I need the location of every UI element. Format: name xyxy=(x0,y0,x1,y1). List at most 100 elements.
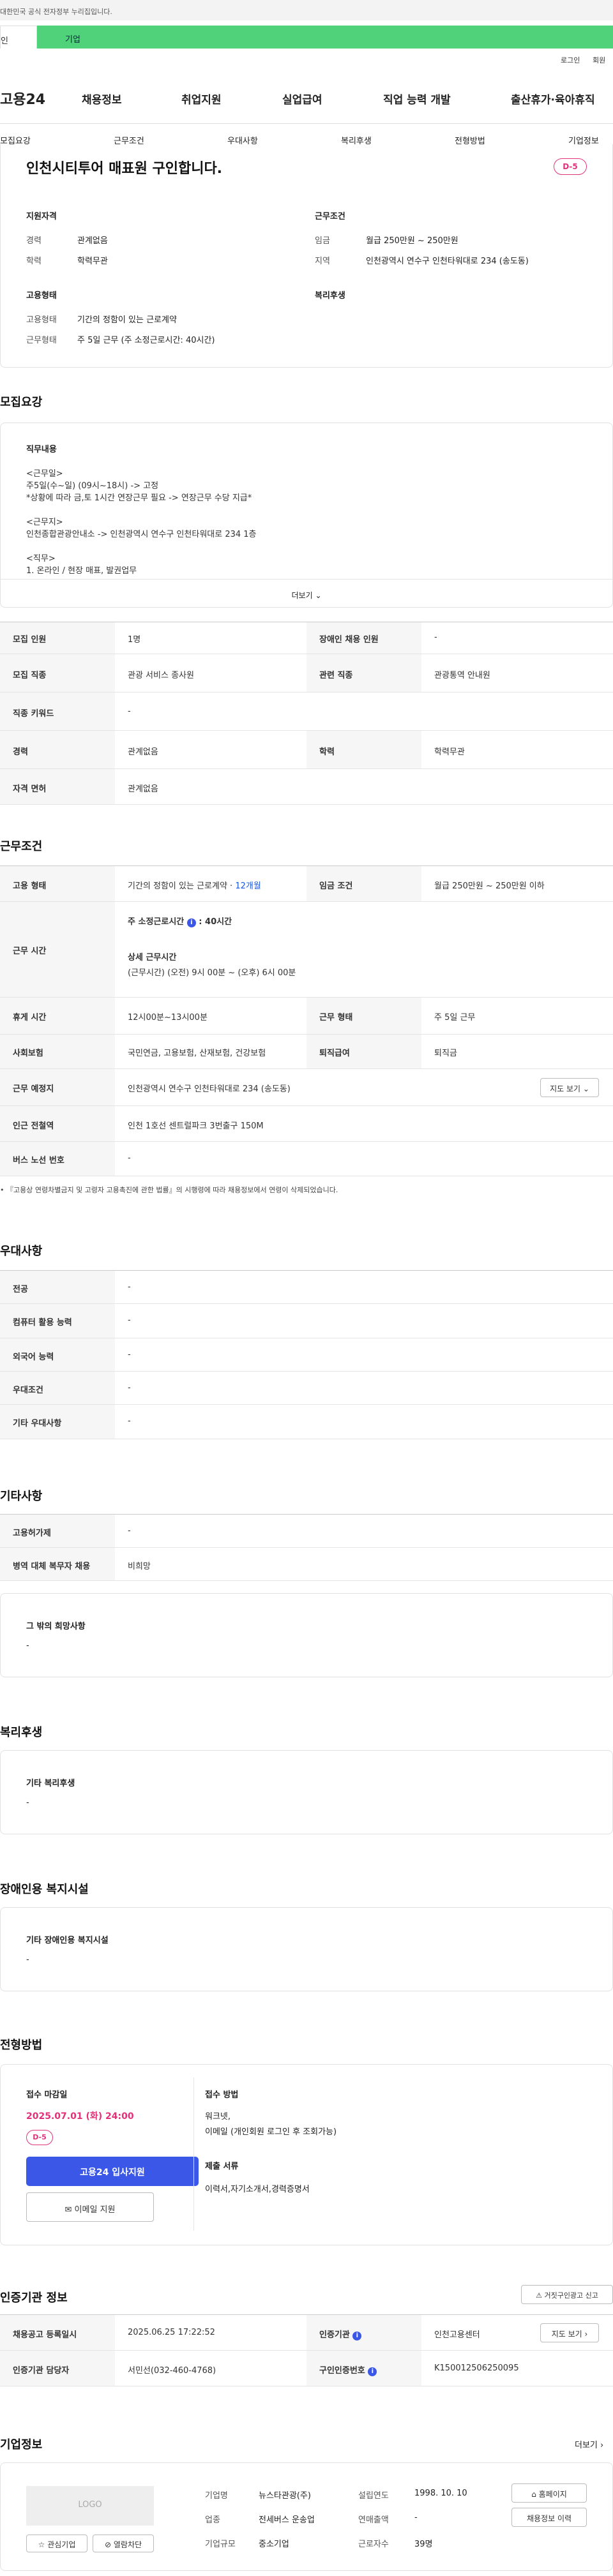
etc-wish-head: 그 밖의 희망사항 xyxy=(26,1622,86,1631)
tab-person[interactable]: 인 xyxy=(0,26,37,49)
map-button[interactable]: 지도 보기 ⌄ xyxy=(540,1078,599,1097)
cell-value: 1명 xyxy=(128,635,141,645)
table-row: 병역 대체 복무자 채용 비희망 xyxy=(0,1548,613,1581)
cell-header: 인증기관 담당자 xyxy=(0,2351,115,2386)
cell-value: - xyxy=(128,1282,131,1292)
duty-line: 주5일(수~일) (09시~18시) -> 고정 xyxy=(26,481,159,491)
company-field-value: 1998. 10. 10 xyxy=(414,2489,467,2498)
chevron-right-icon: › xyxy=(600,2441,604,2450)
fav-company-button[interactable]: ☆ 관심기업 xyxy=(26,2535,87,2552)
duty-card: 직무내용 <근무일> 주5일(수~일) (09시~18시) -> 고정 *상황에… xyxy=(0,423,613,608)
table-row: 외국어 능력 - xyxy=(0,1338,613,1372)
cell-value: 인천 1호선 센트럴파크 3번출구 150M xyxy=(128,1121,264,1131)
process-card: 접수 마감일 2025.07.01 (화) 24:00 D-5 고용24 입사지… xyxy=(0,2064,613,2245)
qual-value: 관계없음 xyxy=(77,236,108,246)
contract-months: 12개월 xyxy=(235,881,261,891)
section-title-work: 근무조건 xyxy=(0,840,43,853)
method-value: 이메일 (개인회원 로그인 후 조회가능) xyxy=(205,2127,337,2137)
cell-value: - xyxy=(128,707,131,716)
deadline-value: 2025.07.01 (화) 24:00 xyxy=(26,2111,134,2122)
disab-head: 기타 장애인용 복지시설 xyxy=(26,1936,109,1945)
cell-header: 학력 xyxy=(306,731,421,768)
cell-header: 장애인 채용 인원 xyxy=(306,622,421,654)
cell-value: - xyxy=(434,633,437,642)
join-link[interactable]: 회원 xyxy=(593,55,605,65)
detail-hours-label: 상세 근무시간 xyxy=(128,953,177,962)
table-row: 컴퓨터 활용 능력 - xyxy=(0,1304,613,1338)
info-icon[interactable]: i xyxy=(368,2367,377,2376)
section-title-etc: 기타사항 xyxy=(0,1490,43,1503)
table-row: 모집 인원 1명 장애인 채용 인원 - xyxy=(0,622,613,654)
homepage-button[interactable]: ⌂ 홈페이지 xyxy=(511,2483,587,2503)
gnb-employment-support[interactable]: 취업지원 xyxy=(181,91,222,107)
info-icon[interactable]: i xyxy=(186,918,196,927)
cell-value: - xyxy=(128,1383,131,1393)
duty-line: <근무일> xyxy=(26,469,63,479)
site-logo[interactable]: 고용24 xyxy=(0,88,45,109)
qual-label: 학력 xyxy=(26,257,42,266)
cond-value: 월급 250만원 ~ 250만원 xyxy=(366,236,458,246)
cell-value: 2025.06.25 17:22:52 xyxy=(128,2328,215,2337)
table-row: 경력 관계없음 학력 학력무관 xyxy=(0,731,613,769)
cell-value: 비희망 xyxy=(128,1562,151,1571)
cell-value: 관계없음 xyxy=(128,784,158,794)
cond-head: 근무조건 xyxy=(315,212,345,221)
cond-label: 지역 xyxy=(315,257,330,266)
table-row: 근무 예정지 인천광역시 연수구 인천타워대로 234 (송도동) 지도 보기 … xyxy=(0,1069,613,1106)
cell-value: 관계없음 xyxy=(128,747,158,757)
cell-value: 인천광역시 연수구 인천타워대로 234 (송도동) xyxy=(128,1084,291,1094)
gnb-unemployment[interactable]: 실업급여 xyxy=(282,91,322,107)
cell-value: 관광 서비스 종사원 xyxy=(128,671,194,680)
cell-header: 임금 조건 xyxy=(306,866,421,901)
cert-map-button[interactable]: 지도 보기 › xyxy=(540,2323,599,2342)
star-icon: ☆ xyxy=(38,2540,45,2549)
age-note-text: 『고용상 연령차별금지 및 고령자 고용촉진에 관한 법률』의 시행령에 따라 … xyxy=(6,1186,338,1194)
cell-header: 외국어 능력 xyxy=(0,1338,115,1371)
company-field-label: 업종 xyxy=(205,2515,220,2525)
table-row: 채용공고 등록일시 2025.06.25 17:22:52 인증기관 i 인천고… xyxy=(0,2315,613,2351)
detail-hours-value: (근무시간) (오전) 9시 00분 ~ (오후) 6시 00분 xyxy=(128,968,296,978)
cell-header: 채용공고 등록일시 xyxy=(0,2315,115,2350)
cell-header: 인근 전철역 xyxy=(0,1106,115,1141)
cell-header: 병역 대체 복무자 채용 xyxy=(0,1548,115,1580)
cell-header: 휴게 시간 xyxy=(0,998,115,1034)
login-link[interactable]: 로그인 xyxy=(561,55,580,65)
company-field-label: 설립연도 xyxy=(358,2491,389,2501)
company-field-label: 근로자수 xyxy=(358,2540,389,2549)
cell-value: 학력무관 xyxy=(434,747,465,757)
emp-value: 주 5일 근무 (주 소정근로시간: 40시간) xyxy=(77,336,215,345)
company-more-link[interactable]: 더보기 › xyxy=(575,2438,603,2450)
gnb-parental-leave[interactable]: 출산휴가·육아휴직 xyxy=(511,91,595,107)
report-button[interactable]: ⚠ 거짓구인광고 신고 xyxy=(521,2285,613,2304)
company-field-label: 기업규모 xyxy=(205,2540,236,2549)
info-icon[interactable]: i xyxy=(352,2332,362,2340)
chevron-right-icon: › xyxy=(584,2330,588,2339)
company-field-value: 39명 xyxy=(414,2540,433,2549)
table-row: 자격 면허 관계없음 xyxy=(0,769,613,805)
welfare-value: - xyxy=(26,1798,29,1808)
recruit-table: 모집 인원 1명 장애인 채용 인원 - 모집 직종 관광 서비스 종사원 관련… xyxy=(0,622,613,807)
cell-value: 월급 250만원 ~ 250만원 이하 xyxy=(434,881,545,891)
cell-header: 경력 xyxy=(0,731,115,768)
email-apply-button[interactable]: ✉ 이메일 지원 xyxy=(26,2192,154,2222)
apply-button[interactable]: 고용24 입사지원 xyxy=(26,2157,199,2186)
dday-badge: D-5 xyxy=(554,158,587,175)
cell-header: 관련 직종 xyxy=(306,654,421,692)
block-company-button[interactable]: ⊘ 열람차단 xyxy=(93,2535,154,2552)
tab-corp[interactable]: 기업 xyxy=(37,26,613,49)
docs-value: 이력서,자기소개서,경력증명서 xyxy=(205,2185,310,2194)
company-field-label: 기업명 xyxy=(205,2491,228,2501)
chevron-down-icon: ⌄ xyxy=(315,591,322,600)
gnb-jobs[interactable]: 채용정보 xyxy=(82,91,122,107)
more-button[interactable]: 더보기 ⌄ xyxy=(1,579,612,608)
duty-head: 직무내용 xyxy=(26,445,57,454)
job-title: 인천시티투어 매표원 구인합니다. xyxy=(26,161,223,177)
block-label: 열람차단 xyxy=(113,2540,142,2549)
dday-badge: D-5 xyxy=(26,2130,53,2145)
cell-header: 버스 노선 번호 xyxy=(0,1142,115,1176)
gnb-training[interactable]: 직업 능력 개발 xyxy=(383,91,451,107)
chevron-down-icon: ⌄ xyxy=(582,1084,589,1093)
jobs-history-button[interactable]: 채용정보 이력 xyxy=(511,2508,587,2527)
emp-head: 고용형태 xyxy=(26,291,57,301)
cell-header: 근무 예정지 xyxy=(0,1069,115,1105)
